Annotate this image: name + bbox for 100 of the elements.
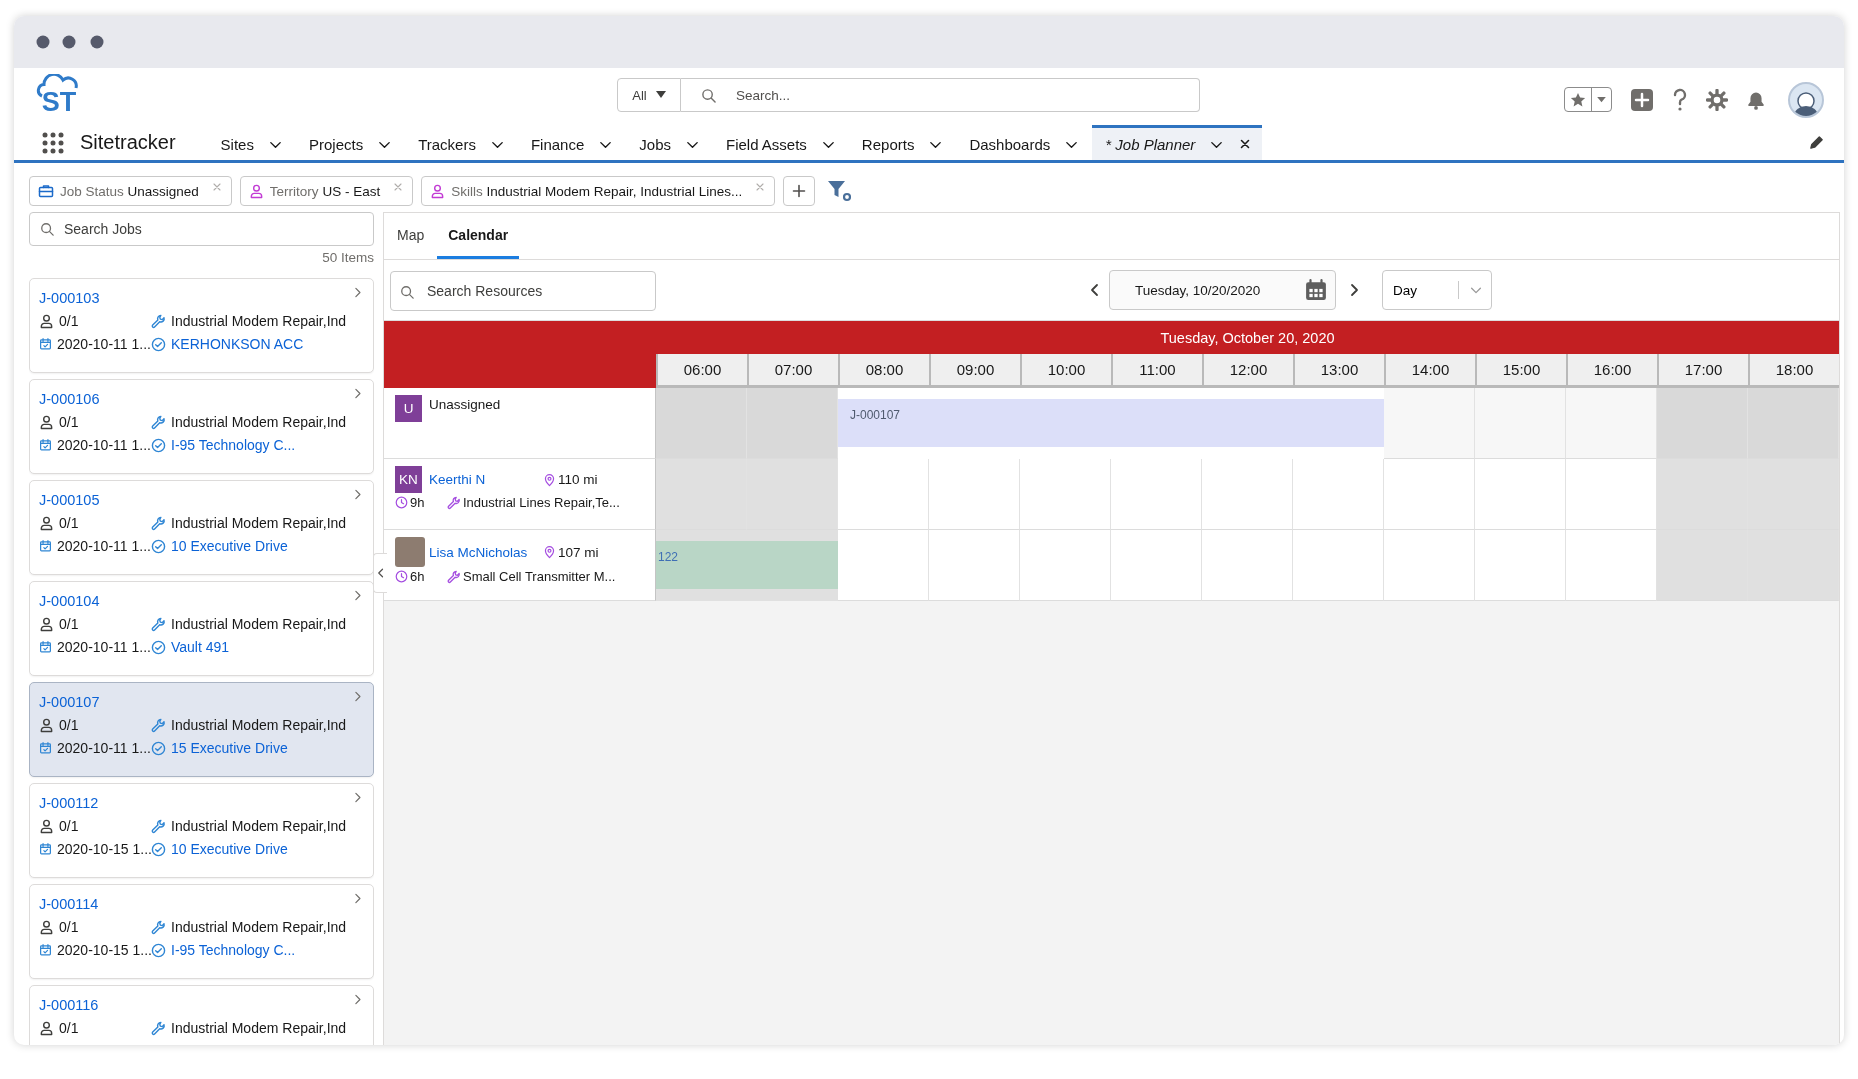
window-buttons-icon[interactable] <box>36 35 106 49</box>
calendar-icon <box>39 438 52 452</box>
job-id-link[interactable]: J-000107 <box>39 694 100 710</box>
job-card[interactable]: J-000116 0/1 Industrial Modem Repair,Ind <box>29 985 374 1045</box>
nav-tab[interactable]: Projects <box>295 125 406 160</box>
hour-header: 16:00 <box>1566 354 1657 385</box>
clock-icon <box>395 496 408 509</box>
pencil-icon[interactable] <box>1809 135 1824 150</box>
filter-pill[interactable]: Skills Industrial Modem Repair, Industrial Lines... <box>421 176 776 206</box>
nav-tab[interactable]: Field Assets <box>713 125 849 160</box>
site-link[interactable]: I-95 Technology C... <box>171 942 296 958</box>
collapse-panel-button[interactable] <box>373 553 387 593</box>
date-picker-field[interactable]: Tuesday, 10/20/2020 <box>1109 270 1336 310</box>
nav-tab[interactable]: Trackers <box>405 125 518 160</box>
search-resources-field[interactable]: Search Resources <box>390 271 656 311</box>
job-date: 2020-10-11 1... <box>57 639 151 655</box>
photo-placeholder <box>395 537 425 567</box>
nav-tab[interactable]: Finance <box>517 125 627 160</box>
crew-count: 0/1 <box>59 1020 79 1036</box>
resource-name-link[interactable]: Lisa McNicholas <box>429 544 543 560</box>
app-name: Sitetracker <box>80 131 176 154</box>
settings-icon[interactable] <box>1706 88 1728 111</box>
job-card[interactable]: J-000114 0/1 Industrial Modem Repair,Ind 2020-10-15 1... I-95 Technology C... <box>29 884 374 979</box>
caret-icon <box>655 91 666 99</box>
site-link[interactable]: 10 Executive Drive <box>171 841 288 857</box>
job-card[interactable]: J-000105 0/1 Industrial Modem Repair,Ind 2020-10-11 1... 10 Executive Drive <box>29 480 374 575</box>
search-jobs-field[interactable]: Search Jobs <box>29 212 374 246</box>
site-link[interactable]: Vault 491 <box>171 639 230 655</box>
job-date: 2020-10-15 1... <box>57 942 152 958</box>
job-card[interactable]: J-000106 0/1 Industrial Modem Repair,Ind 2020-10-11 1... I-95 Technology C... <box>29 379 374 474</box>
favorites-button[interactable] <box>1564 87 1612 112</box>
site-link[interactable]: I-95 Technology C... <box>171 437 296 453</box>
view-tab[interactable]: Calendar <box>437 213 520 259</box>
person-icon <box>39 616 54 632</box>
calendar-date-heading: Tuesday, October 20, 2020 <box>656 321 1839 354</box>
job-card[interactable]: J-000112 0/1 Industrial Modem Repair,Ind 2020-10-15 1... 10 Executive Drive <box>29 783 374 878</box>
app-logo[interactable]: ST <box>33 74 85 118</box>
nav-tab[interactable]: Sites <box>207 125 296 160</box>
plus-icon <box>791 183 808 199</box>
search-scope-dropdown[interactable]: All <box>617 78 681 112</box>
resource-avatar: KN <box>395 466 422 493</box>
crew-count: 0/1 <box>59 414 79 430</box>
calendar-icon <box>39 842 52 856</box>
calendar-icon <box>39 337 52 351</box>
hour-header: 07:00 <box>747 354 838 385</box>
wrench-icon <box>447 569 461 584</box>
job-date: 2020-10-11 1... <box>57 437 151 453</box>
job-id-link[interactable]: J-000105 <box>39 492 100 508</box>
help-icon[interactable] <box>1672 87 1688 112</box>
check-circle-icon <box>151 942 166 958</box>
job-card[interactable]: J-000107 0/1 Industrial Modem Repair,Ind 2020-10-11 1... 15 Executive Drive <box>29 682 374 777</box>
crew-count: 0/1 <box>59 616 79 632</box>
skills-text: Industrial Modem Repair,Ind <box>171 919 347 935</box>
distance-text: 110 mi <box>558 472 598 487</box>
calendar-icon[interactable] <box>1305 279 1327 301</box>
distance-text: 107 mi <box>558 544 599 560</box>
job-date: 2020-10-15 1... <box>57 841 152 857</box>
site-link[interactable]: KERHONKSON ACC <box>171 336 304 352</box>
job-id-link[interactable]: J-000114 <box>39 896 99 912</box>
hour-header: 14:00 <box>1384 354 1475 385</box>
hours-text: 6h <box>410 569 425 584</box>
nav-tab[interactable]: Reports <box>848 125 957 160</box>
filter-pill[interactable]: Territory US - East <box>239 176 414 206</box>
wrench-icon <box>151 919 166 935</box>
job-card[interactable]: J-000104 0/1 Industrial Modem Repair,Ind 2020-10-11 1... Vault 491 <box>29 581 374 676</box>
filter-settings-icon[interactable] <box>827 179 854 203</box>
wrench-icon <box>447 495 461 510</box>
person-icon <box>39 919 54 935</box>
wrench-icon <box>151 717 166 733</box>
site-link[interactable]: 10 Executive Drive <box>171 538 288 554</box>
skills-text: Industrial Modem Repair,Ind <box>171 717 347 733</box>
job-date: 2020-10-11 1... <box>57 336 151 352</box>
person-icon <box>39 515 54 531</box>
app-launcher-icon[interactable] <box>42 131 64 154</box>
item-count: 50 Items <box>322 252 374 267</box>
user-avatar[interactable] <box>1788 81 1824 118</box>
global-search-field[interactable]: Search... <box>681 78 1200 112</box>
hour-header: 06:00 <box>656 354 747 385</box>
hour-header: 11:00 <box>1111 354 1202 385</box>
job-card[interactable]: J-000103 0/1 Industrial Modem Repair,Ind 2020-10-11 1... KERHONKSON ACC <box>29 278 374 373</box>
nav-tab[interactable]: Jobs <box>626 125 713 160</box>
hours-text: 9h <box>410 495 425 510</box>
calendar-icon <box>39 640 52 654</box>
view-tab[interactable]: Map <box>386 213 436 259</box>
view-select[interactable]: Day <box>1382 270 1492 310</box>
nav-tab[interactable]: * Job Planner <box>1092 125 1263 160</box>
nav-tab[interactable]: Dashboards <box>956 125 1093 160</box>
check-circle-icon <box>151 841 166 857</box>
job-event-segment[interactable]: J-000107 <box>838 399 929 447</box>
person-icon <box>39 414 54 430</box>
job-id-link[interactable]: J-000104 <box>39 593 100 609</box>
job-id-link[interactable]: J-000103 <box>39 290 100 306</box>
job-id-link[interactable]: J-000106 <box>39 391 100 407</box>
resource-name-link[interactable]: Keerthi N <box>429 472 543 487</box>
job-id-link[interactable]: J-000116 <box>39 997 99 1013</box>
filter-pill[interactable]: Job Status Unassigned <box>29 176 232 206</box>
job-id-link[interactable]: J-000112 <box>39 795 99 811</box>
add-icon[interactable] <box>1630 87 1654 112</box>
site-link[interactable]: 15 Executive Drive <box>171 740 288 756</box>
add-filter-button[interactable] <box>783 176 816 206</box>
